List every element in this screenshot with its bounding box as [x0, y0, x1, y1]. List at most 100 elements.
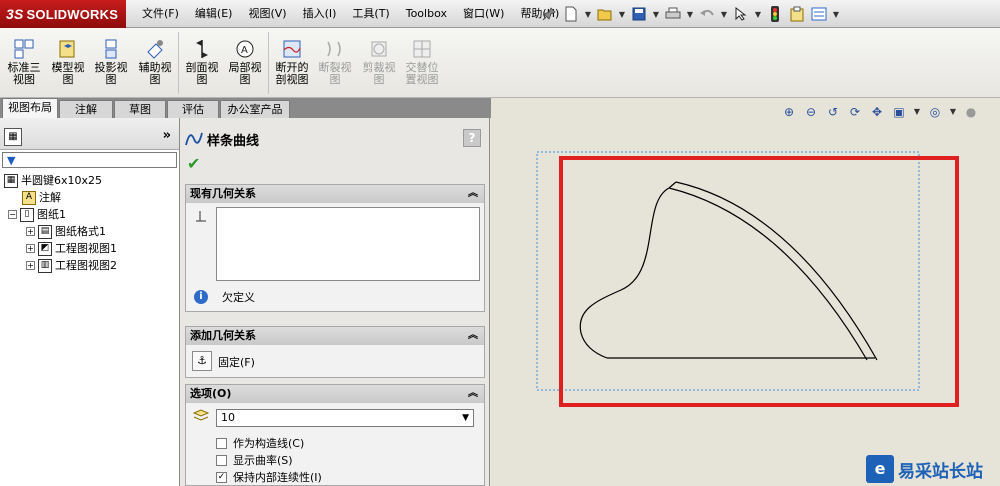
command-label: 交替位 置视图: [405, 61, 439, 86]
alternate-position-view-button[interactable]: 交替位 置视图: [400, 38, 444, 94]
drawing-view-icon: ▥: [38, 258, 52, 273]
print-icon[interactable]: [664, 5, 682, 23]
tree-item-drawing-view-1[interactable]: + ◩ 工程图视图1: [26, 240, 117, 257]
chevron-down-icon[interactable]: ▼: [652, 5, 660, 23]
command-manager: 标准三 视图 模型视 图 投影视 图 辅助视 图 剖面视 图 A 局部视 图 断…: [0, 28, 1000, 98]
section-view-button[interactable]: 剖面视 图: [180, 38, 224, 94]
chevron-down-icon[interactable]: ▼: [584, 5, 592, 23]
checkbox[interactable]: ✓: [216, 471, 227, 483]
profile-top-cap[interactable]: [668, 181, 677, 189]
chevron-down-icon: ▼: [462, 413, 469, 423]
existing-relations-list[interactable]: [216, 207, 480, 281]
tab-annotation[interactable]: 注解: [59, 100, 113, 118]
fix-relation-button[interactable]: ⚓: [192, 351, 212, 371]
solidworks-logo: 3S SOLIDWORKS: [0, 0, 126, 28]
group-header[interactable]: 添加几何关系 ︽: [186, 327, 484, 345]
profile-inner-arc[interactable]: [668, 187, 868, 361]
tree-item-label: 图纸格式1: [55, 225, 106, 238]
collapse-icon[interactable]: −: [8, 210, 17, 219]
expand-icon[interactable]: +: [26, 227, 35, 236]
select-value: 10: [221, 411, 235, 424]
new-document-icon[interactable]: [562, 5, 580, 23]
menu-insert[interactable]: 插入(I): [295, 0, 345, 28]
expand-icon[interactable]: +: [26, 261, 35, 270]
feature-manager-tree: ▦ » ▼ ▦ 半圆键6x10x25 A 注解 − ▯ 图纸1 + ▤ 图纸格式…: [0, 118, 180, 486]
menu-toolbox[interactable]: Toolbox: [398, 0, 455, 28]
detail-view-button[interactable]: A 局部视 图: [223, 38, 267, 94]
crop-view-button[interactable]: 剪裁视 图: [357, 38, 401, 94]
collapse-icon[interactable]: ︽: [468, 327, 478, 345]
options-icon[interactable]: [810, 5, 828, 23]
tree-item-annotations[interactable]: A 注解: [22, 189, 61, 206]
ok-button[interactable]: ✔: [187, 154, 200, 173]
alternate-position-view-icon: [413, 40, 431, 58]
more-tabs-icon[interactable]: »: [163, 128, 171, 143]
rebuild-icon[interactable]: [766, 5, 784, 23]
watermark-logo: e: [866, 455, 894, 483]
collapse-icon[interactable]: ︽: [468, 185, 478, 203]
menu-file[interactable]: 文件(F): [134, 0, 187, 28]
auxiliary-view-button[interactable]: 辅助视 图: [133, 38, 177, 94]
checkbox[interactable]: [216, 437, 227, 449]
layer-icon: [192, 409, 210, 425]
checkbox[interactable]: [216, 454, 227, 466]
file-properties-icon[interactable]: [788, 5, 806, 23]
open-icon[interactable]: [596, 5, 614, 23]
tab-office-products[interactable]: 办公室产品: [220, 100, 290, 118]
tab-evaluate[interactable]: 评估: [167, 100, 219, 118]
projected-view-button[interactable]: 投影视 图: [89, 38, 133, 94]
view-boundary[interactable]: [536, 151, 920, 391]
tree-item-drawing-view-2[interactable]: + ▥ 工程图视图2: [26, 257, 117, 274]
chevron-down-icon[interactable]: ▼: [686, 5, 694, 23]
layer-select[interactable]: 10 ▼: [216, 409, 474, 427]
menu-view[interactable]: 视图(V): [240, 0, 294, 28]
undo-icon[interactable]: [698, 5, 716, 23]
watermark: e 易采站长站: [866, 452, 983, 486]
annotation-icon: A: [22, 190, 36, 205]
model-view-button[interactable]: 模型视 图: [46, 38, 90, 94]
sheet-icon: ▯: [20, 207, 34, 222]
graphics-area[interactable]: ⊕ ⊖ ↺ ⟳ ✥ ▣ ▼ ◎ ▼ ●: [491, 98, 1000, 486]
standard-3-view-button[interactable]: 标准三 视图: [2, 38, 46, 94]
construction-checkbox[interactable]: 作为构造线(C): [216, 435, 304, 451]
broken-out-section-icon: [283, 40, 301, 58]
group-header[interactable]: 选项(O) ︽: [186, 385, 484, 403]
tree-item-sheet-format[interactable]: + ▤ 图纸格式1: [26, 223, 106, 240]
fix-relation-label[interactable]: 固定(F): [218, 354, 255, 370]
command-label: 剪裁视 图: [362, 61, 396, 86]
sheet-format-icon: ▤: [38, 224, 52, 239]
tree-item-label: 半圆键6x10x25: [21, 174, 103, 187]
spline-curve[interactable]: [579, 187, 670, 359]
save-icon[interactable]: [630, 5, 648, 23]
show-curvature-checkbox[interactable]: 显示曲率(S): [216, 452, 293, 468]
menu-tools[interactable]: 工具(T): [344, 0, 397, 28]
auxiliary-view-icon: [147, 40, 163, 59]
expand-icon[interactable]: +: [26, 244, 35, 253]
tree-item-sheet[interactable]: − ▯ 图纸1: [8, 206, 66, 223]
collapse-icon[interactable]: ︽: [468, 385, 478, 403]
menu-edit[interactable]: 编辑(E): [187, 0, 241, 28]
menu-window[interactable]: 窗口(W): [455, 0, 512, 28]
group-header[interactable]: 现有几何关系 ︽: [186, 185, 484, 203]
chevron-down-icon[interactable]: ▼: [832, 5, 840, 23]
help-button[interactable]: ?: [463, 129, 481, 147]
tab-view-layout[interactable]: 视图布局: [2, 98, 58, 118]
group-title: 选项(O): [190, 387, 232, 400]
tree-filter-input[interactable]: ▼: [2, 152, 177, 168]
add-relations-group: 添加几何关系 ︽ ⚓ 固定(F): [185, 326, 485, 378]
feature-manager-icon[interactable]: ▦: [4, 128, 22, 146]
tree-item-label: 工程图视图1: [55, 242, 117, 255]
broken-out-section-button[interactable]: 断开的 剖视图: [270, 38, 314, 94]
select-icon[interactable]: [732, 5, 750, 23]
profile-outer-arc[interactable]: [675, 181, 878, 361]
break-view-button[interactable]: 断裂视 图: [313, 38, 357, 94]
pin-icon[interactable]: [540, 5, 558, 23]
tab-sketch[interactable]: 草图: [114, 100, 166, 118]
chevron-down-icon[interactable]: ▼: [754, 5, 762, 23]
internal-continuity-checkbox[interactable]: ✓ 保持内部连续性(I): [216, 469, 322, 485]
tree-item-root[interactable]: ▦ 半圆键6x10x25: [4, 172, 102, 189]
brand-name: SOLIDWORKS: [26, 6, 119, 22]
chevron-down-icon[interactable]: ▼: [720, 5, 728, 23]
chevron-down-icon[interactable]: ▼: [618, 5, 626, 23]
checkbox-label: 作为构造线(C): [233, 437, 305, 450]
